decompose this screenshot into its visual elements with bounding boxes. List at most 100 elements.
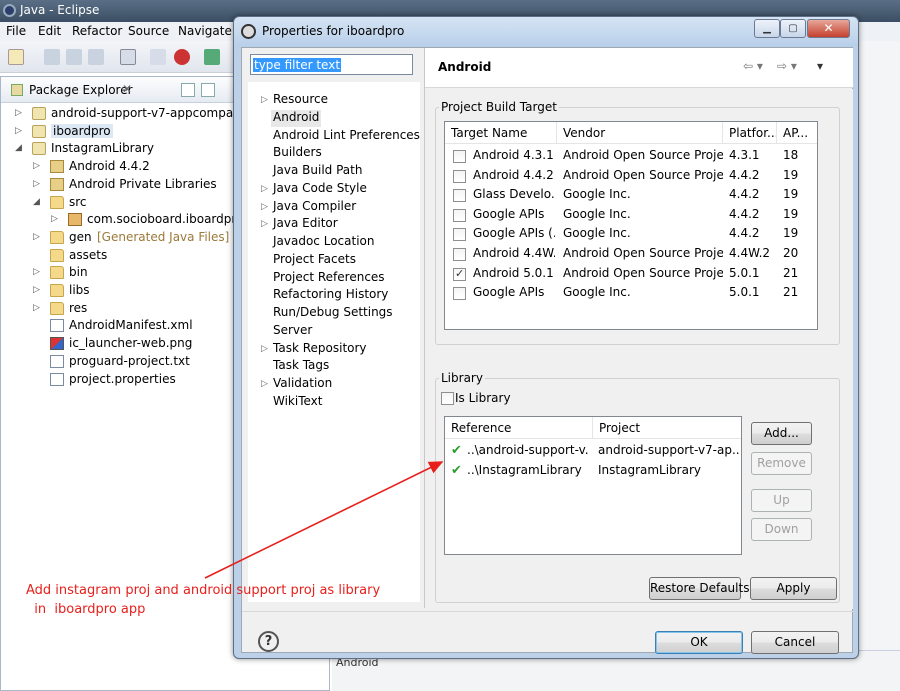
column-target-name[interactable]: Target Name	[445, 122, 557, 144]
expand-arrow-icon[interactable]: ▷	[261, 344, 268, 354]
library-table[interactable]: Reference Project ✔ ..\android-support-v.…	[444, 416, 742, 555]
is-library-checkbox[interactable]	[441, 392, 454, 405]
table-row[interactable]: ✔ ..\android-support-v... android-support-…	[445, 441, 741, 461]
remove-button[interactable]: Remove	[751, 452, 812, 475]
expand-arrow-icon[interactable]: ▷	[261, 184, 268, 194]
table-row[interactable]: Glass Develo... Google Inc. 4.4.2 19	[445, 185, 817, 205]
column-reference[interactable]: Reference	[445, 417, 593, 439]
menu-edit[interactable]: Edit	[38, 24, 61, 38]
menu-file[interactable]: File	[6, 24, 26, 38]
collapsed-arrow-icon[interactable]: ▷	[33, 232, 40, 242]
minimize-button[interactable]: ▁	[754, 19, 780, 38]
collapsed-arrow-icon[interactable]: ▷	[33, 267, 40, 277]
collapsed-arrow-icon[interactable]: ▷	[15, 108, 22, 118]
cancel-button[interactable]: Cancel	[751, 631, 839, 654]
column-vendor[interactable]: Vendor	[557, 122, 723, 144]
table-row[interactable]: Android 4.3.1 Android Open Source Project…	[445, 146, 817, 166]
target-checkbox[interactable]	[453, 248, 466, 261]
cell-name: Glass Develo...	[473, 187, 555, 202]
restore-defaults-button[interactable]: Restore Defaults	[649, 577, 749, 600]
expand-arrow-icon[interactable]: ▷	[261, 379, 268, 389]
collapsed-arrow-icon[interactable]: ▷	[33, 285, 40, 295]
column-api[interactable]: AP...	[777, 122, 817, 144]
nav-item[interactable]: Builders	[273, 145, 322, 162]
target-checkbox[interactable]	[453, 208, 466, 222]
close-icon[interactable]: ✕	[122, 82, 132, 96]
maximize-button[interactable]: ▢	[780, 19, 806, 38]
nav-item[interactable]: Server	[273, 323, 312, 340]
nav-item[interactable]: Java Code Style	[273, 181, 367, 198]
nav-item[interactable]: WikiText	[273, 394, 323, 411]
nav-item[interactable]: Project References	[273, 270, 385, 287]
filter-input[interactable]: type filter text	[250, 54, 413, 75]
nav-item[interactable]: Project Facets	[273, 252, 356, 269]
nav-item[interactable]: Java Editor	[273, 216, 338, 233]
target-checkbox[interactable]	[453, 169, 466, 183]
down-button[interactable]: Down	[751, 518, 812, 541]
new-icon[interactable]	[8, 49, 24, 65]
target-checkbox[interactable]	[453, 150, 466, 163]
nav-item[interactable]: Validation	[273, 376, 332, 393]
debug-icon[interactable]	[174, 49, 190, 65]
table-row[interactable]: Google APIs Google Inc. 5.0.1 21	[445, 283, 817, 303]
collapsed-arrow-icon[interactable]: ▷	[33, 303, 40, 313]
run-icon[interactable]	[204, 49, 220, 65]
expand-arrow-icon[interactable]: ▷	[261, 95, 268, 105]
binary-icon[interactable]	[120, 49, 136, 65]
nav-item[interactable]: Task Tags	[273, 358, 329, 375]
menu-source[interactable]: Source	[128, 24, 169, 38]
nav-item[interactable]: Resource	[273, 92, 328, 109]
table-row[interactable]: Google APIs Google Inc. 4.4.2 19	[445, 205, 817, 225]
property-nav-tree: ▷ Resource Android Android Lint Preferences…	[248, 82, 420, 602]
print-icon[interactable]	[88, 49, 104, 65]
table-row[interactable]: Android 5.0.1 Android Open Source Project…	[445, 264, 817, 284]
column-platform[interactable]: Platfor...	[723, 122, 777, 144]
collapse-all-icon[interactable]	[181, 83, 195, 97]
add-button[interactable]: Add...	[751, 422, 812, 445]
menu-refactor[interactable]: Refactor	[72, 24, 122, 38]
collapsed-arrow-icon[interactable]: ▷	[33, 179, 40, 189]
collapsed-arrow-icon[interactable]: ▷	[51, 214, 58, 224]
table-row[interactable]: Android 4.4.2 Android Open Source Project…	[445, 166, 817, 186]
table-row[interactable]: ✔ ..\InstagramLibrary InstagramLibrary	[445, 461, 741, 481]
apply-button[interactable]: Apply	[750, 577, 837, 600]
collapsed-arrow-icon[interactable]: ▷	[15, 126, 22, 136]
tree-item-label: ic_launcher-web.png	[69, 336, 193, 351]
target-checkbox[interactable]	[453, 228, 466, 242]
forward-icon[interactable]: ⇨ ▾	[777, 59, 797, 73]
nav-item[interactable]: Javadoc Location	[273, 234, 374, 251]
collapsed-arrow-icon[interactable]: ▷	[33, 161, 40, 171]
target-checkbox[interactable]	[453, 267, 466, 281]
menu-navigate[interactable]: Navigate	[178, 24, 232, 38]
table-row[interactable]: Android 4.4W.2 Android Open Source Projec…	[445, 244, 817, 264]
ok-button[interactable]: OK	[655, 631, 743, 654]
build-target-table[interactable]: Target Name Vendor Platfor... AP... Andr…	[444, 121, 818, 330]
column-project[interactable]: Project	[593, 417, 741, 439]
link-editor-icon[interactable]	[201, 83, 215, 97]
menu-icon[interactable]: ▾	[817, 59, 823, 73]
save-icon[interactable]	[44, 49, 60, 65]
expand-arrow-icon[interactable]: ▷	[261, 202, 268, 212]
nav-item[interactable]: Android Lint Preferences	[273, 128, 420, 145]
help-icon[interactable]: ?	[258, 631, 279, 652]
nav-item[interactable]: Java Build Path	[273, 163, 362, 180]
nav-item[interactable]: Java Compiler	[273, 199, 356, 216]
expand-arrow-icon[interactable]: ▷	[261, 219, 268, 229]
folder-icon	[50, 195, 64, 209]
target-checkbox[interactable]	[453, 287, 466, 301]
back-icon[interactable]: ⇦ ▾	[743, 59, 763, 73]
save-all-icon[interactable]	[66, 49, 82, 65]
target-checkbox[interactable]	[453, 189, 466, 203]
tree-item-label: Android 4.4.2	[69, 159, 150, 174]
package-explorer-tab[interactable]: Package Explorer	[29, 83, 133, 97]
nav-item[interactable]: Run/Debug Settings	[273, 305, 393, 322]
nav-item[interactable]: Android	[271, 109, 322, 127]
nav-item[interactable]: Task Repository	[273, 341, 367, 358]
table-row[interactable]: Google APIs (... Google Inc. 4.4.2 19	[445, 224, 817, 244]
up-button[interactable]: Up	[751, 489, 812, 512]
skip-icon[interactable]	[150, 49, 166, 65]
expanded-arrow-icon[interactable]: ◢	[33, 197, 40, 207]
expanded-arrow-icon[interactable]: ◢	[15, 143, 22, 153]
nav-item[interactable]: Refactoring History	[273, 287, 388, 304]
close-button[interactable]: ✕	[807, 19, 850, 38]
